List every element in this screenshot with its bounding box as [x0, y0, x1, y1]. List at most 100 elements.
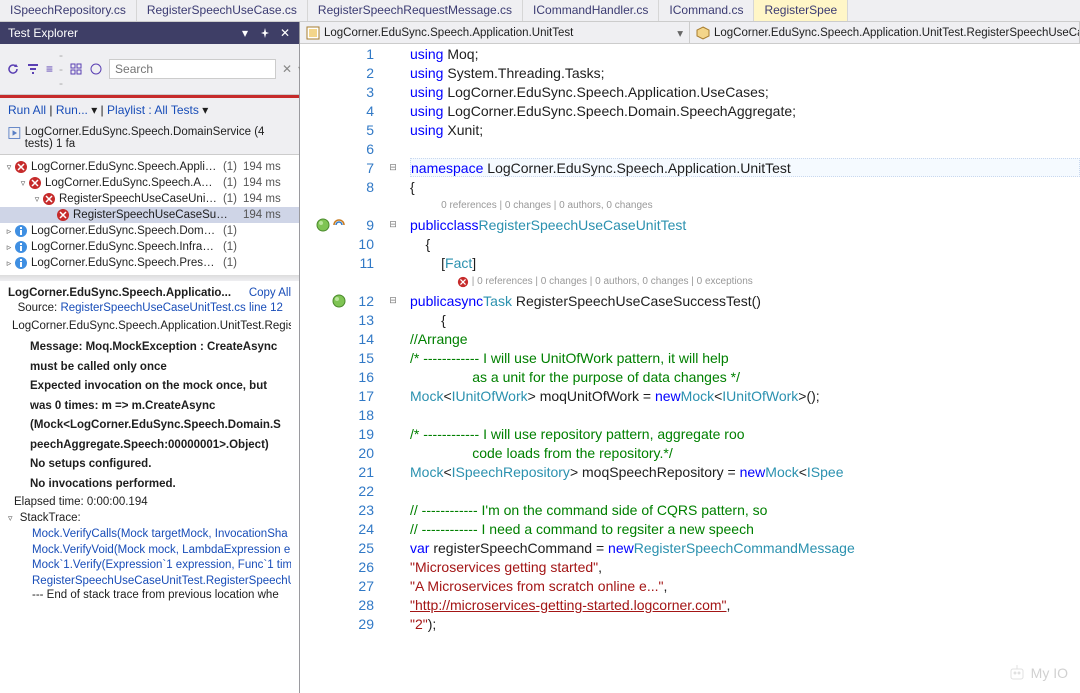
run-status-text: LogCorner.EduSync.Speech.DomainService (…	[25, 126, 291, 150]
nav-bar: LogCorner.EduSync.Speech.Application.Uni…	[300, 22, 1080, 44]
expander-icon[interactable]: ▹	[4, 226, 14, 237]
code-line[interactable]: /* ------------ I will use UnitOfWork pa…	[410, 348, 1080, 367]
pin-icon[interactable]	[259, 27, 271, 39]
code-line[interactable]: {	[410, 177, 1080, 196]
expander-icon[interactable]: ▿	[18, 178, 28, 189]
watermark: My IO	[1007, 663, 1068, 683]
tree-label: LogCorner.EduSync.Speech.Domain.UnitT...	[31, 225, 217, 237]
panel-title-text: Test Explorer	[8, 26, 78, 40]
tab[interactable]: RegisterSpeechUseCase.cs	[137, 0, 308, 21]
code-line[interactable]: using LogCorner.EduSync.Speech.Domain.Sp…	[410, 101, 1080, 120]
panel-controls: ▾ ✕	[239, 27, 291, 39]
chevron-down-icon[interactable]: ▾	[677, 26, 683, 40]
test-explorer-panel: Test Explorer ▾ ✕ ≡ --- ✕ ▾ Run All | Ru…	[0, 22, 300, 693]
trace-end: --- End of stack trace from previous loc…	[32, 589, 291, 601]
fail-icon	[42, 192, 56, 206]
message-line: was 0 times: m => m.CreateAsync	[30, 399, 291, 415]
code-line[interactable]: /* ------------ I will use repository pa…	[410, 424, 1080, 443]
tab[interactable]: ICommandHandler.cs	[523, 0, 659, 21]
code-hint[interactable]: 0 references | 0 changes | 0 authors, 0 …	[410, 196, 1080, 215]
robot-icon	[1007, 663, 1027, 683]
message-line: must be called only once	[30, 360, 291, 376]
code-line[interactable]: // ------------ I need a command to regs…	[410, 519, 1080, 538]
tree-row[interactable]: ▹ LogCorner.EduSync.Speech.Infrastructure…	[0, 239, 299, 255]
code-line[interactable]: // ------------ I'm on the command side …	[410, 500, 1080, 519]
message-line: No invocations performed.	[30, 477, 291, 493]
playlist-link[interactable]: Playlist : All Tests	[107, 103, 199, 117]
code-area[interactable]: 1234567⊟89⊟101112⊟1314151617181920212223…	[300, 44, 1080, 693]
code-line[interactable]: "Microservices getting started",	[410, 557, 1080, 576]
trace-line[interactable]: Mock.VerifyVoid(Mock mock, LambdaExpress…	[32, 543, 291, 559]
tab[interactable]: ISpeechRepository.cs	[0, 0, 137, 21]
code-line[interactable]: as a unit for the purpose of data change…	[410, 367, 1080, 386]
tree-label: LogCorner.EduSync.Speech.Infrastructure.…	[31, 241, 217, 253]
code-line[interactable]: var registerSpeechCommand = new Register…	[410, 538, 1080, 557]
source-link[interactable]: RegisterSpeechUseCaseUnitTest.cs line 12	[60, 302, 282, 314]
code-line[interactable]: using System.Threading.Tasks;	[410, 63, 1080, 82]
tree-label: LogCorner.EduSync.Speech.Presentation.I.…	[31, 257, 217, 269]
expander-icon[interactable]: ▹	[4, 242, 14, 253]
code-line[interactable]	[410, 405, 1080, 424]
code-line[interactable]	[410, 139, 1080, 158]
expander-icon[interactable]: ▿	[32, 194, 42, 205]
tab[interactable]: RegisterSpee	[754, 0, 848, 21]
run-all-link[interactable]: Run All	[8, 103, 46, 117]
tree-row[interactable]: ▿RegisterSpeechUseCaseUnitT...(1)194 ms	[0, 191, 299, 207]
tab[interactable]: RegisterSpeechRequestMessage.cs	[308, 0, 523, 21]
code-line[interactable]: "2");	[410, 614, 1080, 633]
tree-row[interactable]: ▿LogCorner.EduSync.Speech.Applica...(1)1…	[0, 159, 299, 175]
search-clear-icon[interactable]: ✕	[282, 60, 292, 78]
code-line[interactable]: Mock<ISpeechRepository> moqSpeechReposit…	[410, 462, 1080, 481]
copy-all-link[interactable]: Copy All	[249, 287, 291, 299]
code-line[interactable]	[410, 481, 1080, 500]
list-icon[interactable]: ≡	[46, 60, 53, 78]
run-link[interactable]: Run...	[56, 103, 88, 117]
code-hint[interactable]: | 0 references | 0 changes | 0 authors, …	[410, 272, 1080, 291]
tree-label: RegisterSpeechUseCaseUnitT...	[59, 193, 217, 205]
nav-namespace[interactable]: LogCorner.EduSync.Speech.Application.Uni…	[300, 22, 690, 43]
expander-icon[interactable]: ▹	[4, 258, 14, 269]
tree-label: RegisterSpeechUseCaseSuccess...	[73, 209, 231, 221]
code-line[interactable]: code loads from the repository.*/	[410, 443, 1080, 462]
code-line[interactable]: using LogCorner.EduSync.Speech.Applicati…	[410, 82, 1080, 101]
code-line[interactable]: {	[410, 310, 1080, 329]
nav-class[interactable]: LogCorner.EduSync.Speech.Application.Uni…	[690, 22, 1080, 43]
tree-row[interactable]: ▹ LogCorner.EduSync.Speech.Domain.UnitT..…	[0, 223, 299, 239]
trace-line[interactable]: Mock.VerifyCalls(Mock targetMock, Invoca…	[32, 527, 291, 543]
settings-icon[interactable]	[69, 60, 83, 78]
tab[interactable]: ICommand.cs	[659, 0, 754, 21]
namespace-icon	[306, 26, 320, 40]
filter-icon[interactable]	[26, 60, 40, 78]
code-line[interactable]: {	[410, 234, 1080, 253]
trace-line[interactable]: Mock`1.Verify(Expression`1 expression, F…	[32, 558, 291, 574]
close-icon[interactable]: ✕	[279, 27, 291, 39]
code-line[interactable]: public async Task RegisterSpeechUseCaseS…	[410, 291, 1080, 310]
message-line: Message: Moq.MockException : CreateAsync	[30, 340, 291, 356]
code-line[interactable]: public class RegisterSpeechUseCaseUnitTe…	[410, 215, 1080, 234]
code-line[interactable]: "http://microservices-getting-started.lo…	[410, 595, 1080, 614]
detail-fail-line: LogCorner.EduSync.Speech.Application.Uni…	[8, 320, 291, 334]
group-icon[interactable]	[89, 60, 103, 78]
run-row: Run All | Run... ▾ | Playlist : All Test…	[0, 98, 299, 122]
stacktrace-head[interactable]: ▿ StackTrace:	[8, 512, 291, 524]
message-line: No setups configured.	[30, 457, 291, 473]
code-line[interactable]: namespace LogCorner.EduSync.Speech.Appli…	[410, 158, 1080, 177]
tree-row[interactable]: RegisterSpeechUseCaseSuccess...194 ms	[0, 207, 299, 223]
tree-row[interactable]: ▿LogCorner.EduSync.Speech.Appl...(1)194 …	[0, 175, 299, 191]
info-icon	[14, 224, 28, 238]
chevron-down-icon[interactable]: ▿	[8, 513, 13, 523]
code-line[interactable]: Mock<IUnitOfWork> moqUnitOfWork = new Mo…	[410, 386, 1080, 405]
test-explorer-toolbar: ≡ --- ✕ ▾	[0, 44, 299, 95]
code-line[interactable]: using Xunit;	[410, 120, 1080, 139]
code-line[interactable]: "A Microservices from scratch online e..…	[410, 576, 1080, 595]
code-line[interactable]: //Arrange	[410, 329, 1080, 348]
code-line[interactable]: [Fact]	[410, 253, 1080, 272]
refresh-icon[interactable]	[6, 60, 20, 78]
search-input[interactable]	[109, 59, 276, 79]
code-line[interactable]: using Moq;	[410, 44, 1080, 63]
trace-line[interactable]: RegisterSpeechUseCaseUnitTest.RegisterSp…	[32, 574, 291, 590]
expander-icon[interactable]: ▿	[4, 162, 14, 173]
dropdown-icon[interactable]: ▾	[239, 27, 251, 39]
info-icon	[14, 240, 28, 254]
tree-row[interactable]: ▹ LogCorner.EduSync.Speech.Presentation.I…	[0, 255, 299, 271]
